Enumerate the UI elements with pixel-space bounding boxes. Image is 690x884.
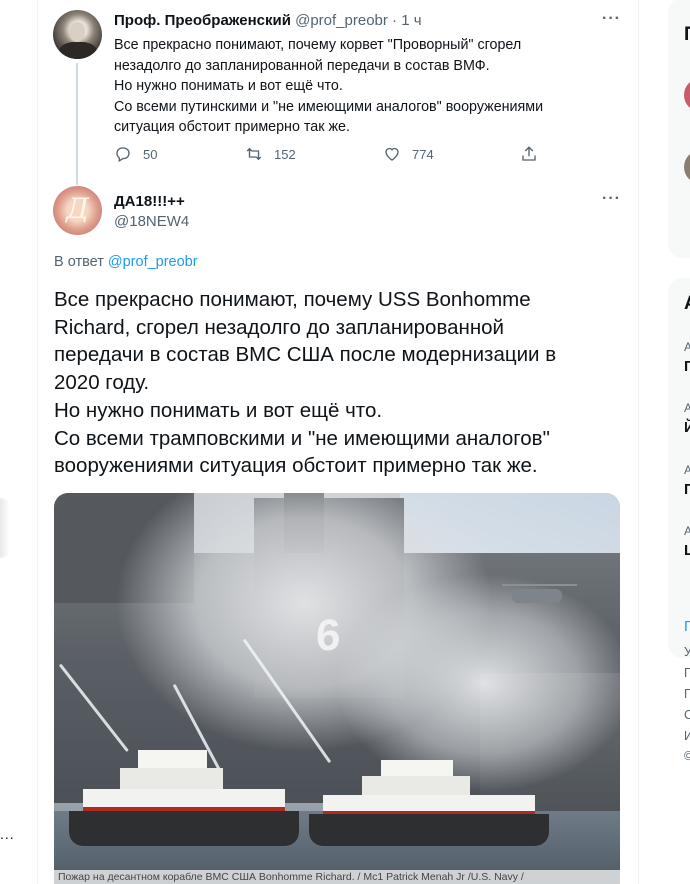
author-handle[interactable]: @18NEW4 [114, 213, 189, 230]
trend-category: А [684, 463, 690, 477]
author-name[interactable]: ДА18!!!++ [114, 193, 185, 210]
sidebar-card-title: П [684, 24, 690, 46]
tweet-text-line: Все прекрасно понимают, почему корвет "П… [114, 37, 522, 53]
avatar[interactable]: Д [53, 186, 102, 235]
retweet-count: 152 [274, 146, 296, 162]
more-options-icon[interactable]: ··· [602, 190, 621, 208]
tweet-text-line: ситуация обстоит примерно так же. [114, 119, 350, 135]
footer-link[interactable]: У [684, 644, 690, 661]
tweet-timestamp[interactable]: 1 ч [401, 12, 421, 29]
tweet-text-line: 2020 году. [54, 371, 150, 395]
trend-category: А [684, 524, 690, 538]
trend-category: А [684, 340, 690, 354]
left-nav-edge [0, 498, 10, 558]
avatar[interactable] [53, 10, 102, 59]
tugboat [69, 748, 299, 846]
photo-caption: Пожар на десантном корабле ВМС США Bonho… [54, 870, 620, 884]
tweet-text-line: Со всеми путинскими и "не имеющими анало… [114, 98, 544, 115]
tweet-actions: 50 152 774 [114, 145, 554, 165]
like-icon [385, 147, 399, 161]
helicopter [502, 584, 577, 603]
tweet-text: Все прекрасно понимают, почему корвет "П… [114, 35, 594, 138]
more-options-icon[interactable]: ··· [602, 10, 621, 28]
copyright-text: © [684, 749, 690, 763]
show-more-link[interactable]: П [684, 618, 690, 635]
sidebar-card-title: А [684, 293, 690, 315]
thread-connector-line [76, 63, 78, 185]
reply-icon [116, 147, 130, 162]
footer-link[interactable]: С [684, 707, 690, 724]
tweet-photo[interactable]: 6 Пожар на десантном корабле ВМС США Bon… [54, 493, 620, 884]
reply-prefix: В ответ [54, 254, 104, 270]
trend-category: А [684, 401, 690, 415]
trend-name[interactable]: Ц [684, 542, 690, 559]
retweet-icon [246, 147, 262, 161]
footer-link[interactable]: И [684, 728, 690, 745]
avatar-logo: Д [66, 192, 89, 225]
author-name[interactable]: Проф. Преображенский [114, 12, 291, 29]
reply-count: 50 [143, 146, 158, 162]
tweet-text-line: Но нужно понимать и вот ещё что. [54, 398, 383, 422]
tweet-header: Проф. Преображенский @prof_preobr · 1 ч [114, 12, 422, 29]
like-button[interactable]: 774 [383, 145, 434, 163]
reply-handle-link[interactable]: @prof_preobr [108, 254, 198, 270]
like-count: 774 [412, 146, 434, 162]
tweet-text-line: Все прекрасно понимают, почему USS Bonho… [54, 288, 531, 311]
tugboat [309, 758, 549, 846]
left-more-button[interactable]: ... [0, 826, 15, 842]
tweet-text-line: Со всеми трамповскими и "не имеющими ана… [54, 426, 550, 450]
trend-name[interactable]: П [684, 358, 690, 375]
share-icon [522, 146, 536, 161]
trend-name[interactable]: Й [684, 419, 690, 436]
footer-link[interactable]: П [684, 665, 690, 682]
reply-context: В ответ @prof_preobr [54, 254, 198, 270]
reply-button[interactable]: 50 [114, 145, 157, 163]
footer-link[interactable]: П [684, 686, 690, 703]
tweet-text-line: Но нужно понимать и вот ещё что. [114, 78, 343, 94]
tweet-text-line: вооружениями ситуация обстоит примерно т… [54, 454, 538, 478]
retweet-button[interactable]: 152 [245, 145, 296, 163]
author-handle[interactable]: @prof_preobr [295, 12, 388, 29]
hull-number: 6 [316, 610, 341, 661]
tweet-text-line: Richard, сгорел незадолго до запланирова… [54, 315, 505, 339]
trend-name[interactable]: П [684, 481, 690, 498]
tweet-text-line: передачи в состав ВМС США после модерниз… [54, 343, 557, 367]
separator: · [392, 12, 398, 29]
tweet-text: Все прекрасно понимают, почему USS Bonho… [54, 286, 634, 480]
share-button[interactable] [520, 145, 549, 163]
tweet-text-line: незадолго до запланированной передачи в … [114, 57, 490, 74]
